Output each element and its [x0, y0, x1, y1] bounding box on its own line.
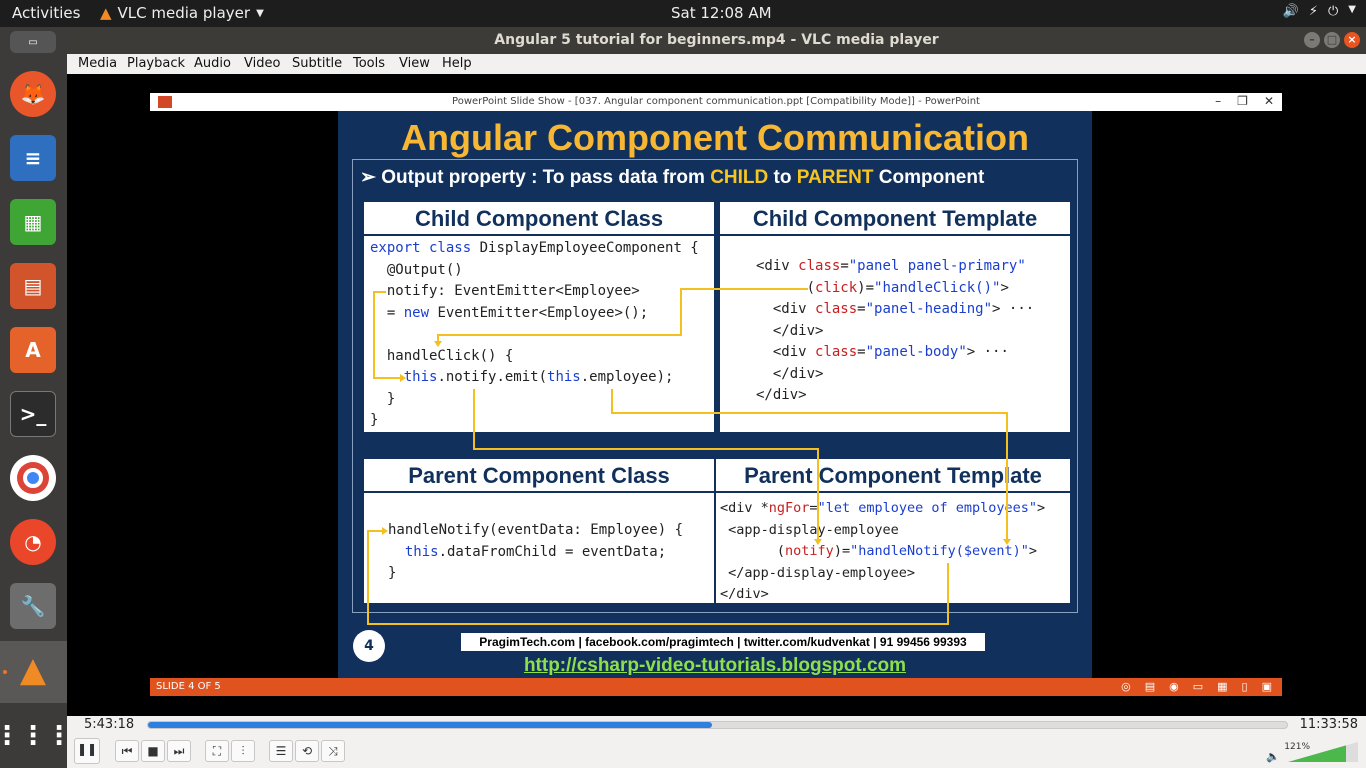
next-icon: ⏭ [173, 744, 185, 758]
running-indicator [3, 670, 7, 674]
menu-playback[interactable]: Playback [127, 56, 185, 71]
arrow-employee-to-event [611, 389, 1008, 541]
chrome-icon[interactable] [10, 455, 56, 501]
chevron-down-icon: ▼ [1348, 4, 1356, 15]
network-icon: ⚡ [1308, 4, 1318, 19]
close-button[interactable]: × [1344, 32, 1360, 48]
playlist-icon: ☰ [275, 744, 287, 758]
slide-footer: PragimTech.com | facebook.com/pragimtech… [461, 633, 985, 651]
dock: ▭ 🦊 ≡ ▦ ▤ A >_ ◔ 🔧 ▲ ⋮⋮⋮ [0, 27, 72, 768]
reading-view-icon: ▯ [1241, 680, 1248, 693]
firefox-icon[interactable]: 🦊 [10, 71, 56, 117]
menu-audio[interactable]: Audio [194, 56, 231, 71]
shuffle-icon: ⤨ [328, 744, 338, 758]
notes-icon: ◎ [1121, 680, 1131, 693]
app-menu-label: VLC media player [117, 4, 251, 22]
vlc-cone-icon: ▲ [100, 4, 112, 22]
ppt-title-text: PowerPoint Slide Show - [037. Angular co… [452, 96, 980, 107]
info-icon: ◉ [1169, 680, 1179, 693]
loop-icon: ⟲ [301, 744, 313, 758]
top-bar: Activities ▲ VLC media player ▼ Sat 12:0… [0, 0, 1366, 27]
minimize-button[interactable]: – [1304, 32, 1320, 48]
total-time[interactable]: 11:33:58 [1300, 717, 1358, 732]
impress-icon[interactable]: ▤ [10, 263, 56, 309]
chevron-down-icon: ▼ [256, 7, 264, 19]
pause-button[interactable]: ❚❚ [74, 738, 100, 764]
maximize-button[interactable]: □ [1324, 32, 1340, 48]
slide: Angular Component Communication ➢ Output… [338, 111, 1092, 679]
window-titlebar[interactable]: Angular 5 tutorial for beginners.mp4 - V… [67, 27, 1366, 54]
close-icon: ✕ [1263, 94, 1274, 108]
player-controls: 5:43:18 11:33:58 ❚❚ ⏮ ■ ⏭ ⛶ ⫶ ☰ ⟲ ⤨ 🔈 12… [67, 716, 1366, 768]
elapsed-time[interactable]: 5:43:18 [84, 717, 134, 732]
vlc-icon[interactable]: ▲ [10, 647, 56, 693]
arrow-click-to-handler [437, 288, 808, 343]
menu-help[interactable]: Help [442, 56, 472, 71]
volume-icon: 🔊 [1282, 4, 1299, 19]
seek-progress [148, 722, 712, 728]
seek-bar[interactable] [147, 721, 1288, 729]
software-center-icon[interactable]: A [10, 327, 56, 373]
stop-icon: ■ [147, 744, 159, 758]
slide-counter: SLIDE 4 OF 5 [156, 681, 221, 692]
flow-arrows [367, 288, 1011, 625]
previous-button[interactable]: ⏮ [115, 740, 139, 762]
arrow-emit-to-template [473, 389, 819, 541]
equalizer-icon: ⫶ [241, 744, 245, 758]
app-menu[interactable]: ▲ VLC media player ▼ [100, 4, 264, 22]
power-icon: ⏻ [1328, 4, 1339, 19]
next-button[interactable]: ⏭ [167, 740, 191, 762]
calc-icon[interactable]: ▦ [10, 199, 56, 245]
fullscreen-icon: ⛶ [212, 744, 222, 758]
arrow-notify-to-emit [373, 291, 402, 379]
system-tray[interactable]: 🔊 ⚡ ⏻ ▼ [1283, 4, 1356, 19]
ppt-window-title: PowerPoint Slide Show - [037. Angular co… [150, 93, 1282, 111]
loop-button[interactable]: ⟲ [295, 740, 319, 762]
speaker-icon: 🔈 [1266, 750, 1280, 763]
arrowhead [434, 341, 442, 347]
minimize-icon: ▭ [28, 36, 38, 48]
app-grid-icon[interactable]: ⋮⋮⋮ [0, 713, 72, 759]
fullscreen-button[interactable]: ⛶ [205, 740, 229, 762]
arrowhead [1003, 539, 1011, 545]
stop-button[interactable]: ■ [141, 740, 165, 762]
arrowhead [400, 374, 406, 382]
ppt-status-bar: SLIDE 4 OF 5 ◎ ▤ ◉ ▭ ▦ ▯ ▣ [150, 678, 1282, 696]
shuffle-button[interactable]: ⤨ [321, 740, 345, 762]
slideshow-icon: ▣ [1261, 680, 1272, 693]
dock-item-top[interactable]: ▭ [10, 31, 56, 53]
arrowhead [814, 539, 822, 545]
pause-icon: ❚❚ [76, 742, 98, 756]
terminal-icon[interactable]: >_ [10, 391, 56, 437]
writer-icon[interactable]: ≡ [10, 135, 56, 181]
menu-subtitle[interactable]: Subtitle [292, 56, 342, 71]
minimize-icon: – [1215, 94, 1222, 108]
settings-icon[interactable]: 🔧 [10, 583, 56, 629]
normal-view-icon: ▭ [1192, 680, 1204, 693]
restore-icon: ❐ [1237, 94, 1248, 108]
slide-sorter-icon: ▤ [1144, 680, 1156, 693]
grid-view-icon: ▦ [1217, 680, 1228, 693]
menu-view[interactable]: View [399, 56, 430, 71]
window-title: Angular 5 tutorial for beginners.mp4 - V… [494, 32, 939, 48]
menu-media[interactable]: Media [78, 56, 117, 71]
slide-url: http://csharp-video-tutorials.blogspot.c… [523, 655, 907, 676]
clock[interactable]: Sat 12:08 AM [671, 4, 772, 22]
chromium-icon[interactable]: ◔ [10, 519, 56, 565]
previous-icon: ⏮ [121, 744, 133, 758]
activities-button[interactable]: Activities [12, 4, 80, 22]
playlist-button[interactable]: ☰ [269, 740, 293, 762]
menu-video[interactable]: Video [244, 56, 280, 71]
volume-slider[interactable] [1288, 742, 1358, 762]
menu-tools[interactable]: Tools [353, 56, 385, 71]
menu-bar: Media Playback Audio Video Subtitle Tool… [67, 54, 1366, 74]
arrow-event-to-handler [367, 530, 949, 625]
extended-settings-button[interactable]: ⫶ [231, 740, 255, 762]
arrowhead [382, 527, 388, 535]
